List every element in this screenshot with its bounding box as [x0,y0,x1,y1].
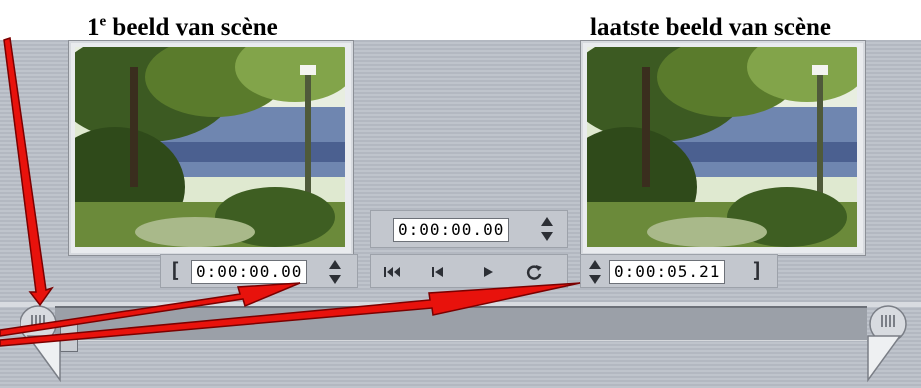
start-timecode-field[interactable]: 0:00:00.00 [191,260,308,284]
last-frame-label: laatste beeld van scène [590,14,831,41]
trim-out-handle-icon[interactable] [862,302,908,386]
mark-out-bracket-icon[interactable]: ] [751,258,763,282]
end-timecode-field[interactable]: 0:00:05.21 [609,260,726,284]
go-to-start-icon[interactable] [381,261,403,283]
transport-buttons [370,254,568,288]
clip-trimmer-panel: [ 0:00:00.00 0:00:00.00 0:00:05.21 ] [0,40,921,388]
first-frame-preview [68,40,354,256]
scrubber-track[interactable] [55,306,867,341]
start-spin-arrows-icon[interactable] [329,259,341,285]
mark-in-bracket-icon[interactable]: [ [169,258,181,282]
end-spin-arrows-icon[interactable] [589,259,601,285]
end-timecode-group: 0:00:05.21 ] [580,254,778,288]
first-frame-label: 1e beeld van scène [87,13,278,41]
play-icon[interactable] [477,261,499,283]
trim-in-handle-icon[interactable] [20,302,66,386]
last-frame-preview [580,40,866,256]
current-timecode-field[interactable]: 0:00:00.00 [393,218,510,242]
current-spin-arrows-icon[interactable] [541,216,553,242]
loop-icon[interactable] [523,261,545,283]
document-caption: 1e beeld van scène laatste beeld van scè… [0,0,921,41]
start-timecode-group: [ 0:00:00.00 [160,254,358,288]
step-back-icon[interactable] [427,261,449,283]
transport-group: 0:00:00.00 [370,210,568,248]
